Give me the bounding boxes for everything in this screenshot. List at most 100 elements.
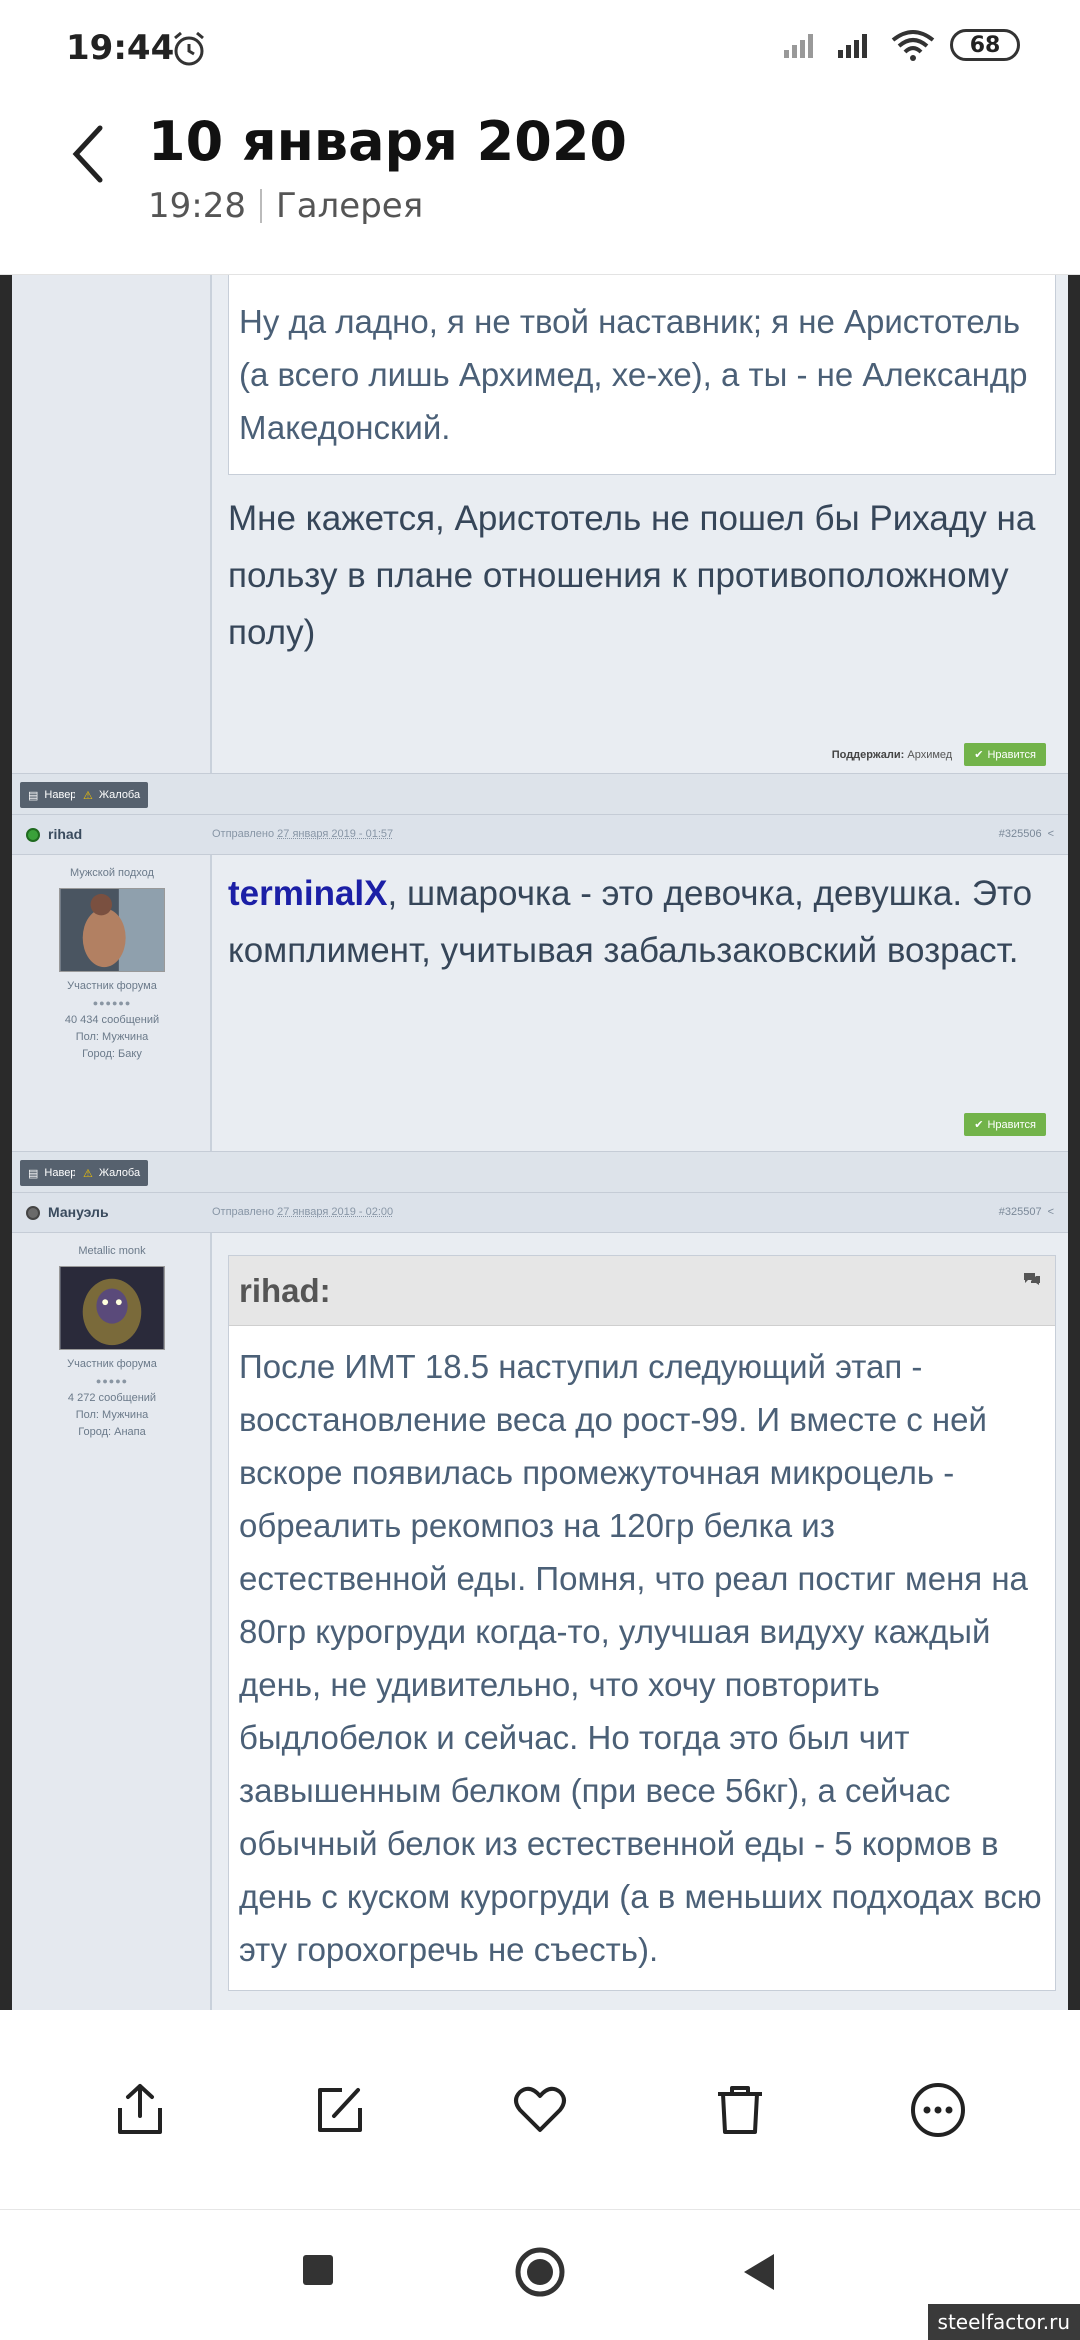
post2-user-info: Мужской подход Участник форума ●●●●●● 40… (12, 865, 212, 1063)
user-group: Участник форума (67, 1358, 157, 1370)
post2-sidebar: Мужской подход Участник форума ●●●●●● 40… (12, 855, 212, 1151)
alarm-icon (174, 31, 204, 66)
post3-header: Мануэль Отправлено 27 января 2019 - 02:0… (12, 1193, 1068, 1233)
forum-page: Ну да ладно, я не твой наставник; я не А… (12, 275, 1068, 2010)
wifi-icon (891, 30, 935, 61)
post1-quote-text: Ну да ладно, я не твой наставник; я не А… (239, 303, 1028, 446)
report-label: Жалоба (98, 789, 141, 801)
album-link[interactable]: Галерея (276, 186, 423, 226)
system-nav-bar: steelfactor.ru (0, 2210, 1080, 2340)
signal-icon-2 (838, 34, 867, 58)
post2-date-value[interactable]: 27 января 2019 - 01:57 (277, 828, 393, 840)
page-title: 10 января 2020 (148, 110, 627, 173)
report-button[interactable]: ⚠ Жалоба (75, 1160, 149, 1186)
comment-icon (1024, 1273, 1040, 1285)
back-nav-icon[interactable] (740, 2250, 780, 2294)
page-subtitle: 19:28 Галерея (148, 186, 423, 226)
post1-actions: ▤ Наверх ⚠ Жалоба (12, 773, 1068, 815)
sent-label: Отправлено (212, 828, 275, 840)
post3-number-value: #325507 (998, 1206, 1042, 1218)
like-label: Нравится (987, 748, 1036, 761)
battery-indicator: 68 (950, 29, 1020, 61)
rank-stars-icon: ●●●●● (95, 1376, 129, 1386)
post3-date-value[interactable]: 27 января 2019 - 02:00 (277, 1206, 393, 1218)
post1-text: Мне кажется, Аристотель не пошел бы Риха… (228, 499, 1036, 652)
user-group: Участник форума (67, 980, 157, 992)
back-arrow-icon[interactable] (60, 114, 120, 194)
city-label: Город: (78, 1426, 112, 1438)
warning-icon: ⚠ (83, 789, 93, 802)
check-icon: ✔ (974, 1119, 984, 1131)
post3-number[interactable]: #325507 < (999, 1206, 1054, 1218)
post2-text: terminalX, шмарочка - это девочка, девуш… (228, 865, 1058, 979)
share-icon: < (1047, 1206, 1054, 1218)
city-value: Баку (118, 1048, 142, 1060)
app-header: 10 января 2020 19:28 Галерея (0, 100, 1080, 275)
user-title: Metallic monk (78, 1245, 146, 1257)
like-button[interactable]: ✔ Нравится (964, 743, 1046, 766)
message-count: 40 434 сообщений (64, 1014, 160, 1026)
post2-number-value: #325506 (998, 828, 1042, 840)
gallery-actions (0, 2010, 1080, 2210)
liked-label: Поддержали: (831, 748, 905, 761)
report-label: Жалоба (98, 1167, 141, 1179)
mention-link[interactable]: terminalX (228, 874, 388, 913)
warning-icon: ⚠ (83, 1167, 93, 1180)
quote-author: rihad: (239, 1272, 331, 1309)
home-icon[interactable] (514, 2246, 566, 2298)
message-count: 4 272 сообщений (67, 1392, 157, 1404)
post3-body: rihad: После ИМТ 18.5 наступил следующий… (214, 1233, 1068, 2010)
heart-icon[interactable] (510, 2080, 570, 2140)
city-value: Анапа (114, 1426, 146, 1438)
share-icon[interactable] (110, 2080, 170, 2140)
status-time: 19:44 (66, 28, 175, 68)
report-button[interactable]: ⚠ Жалоба (75, 782, 149, 808)
photo-time: 19:28 (148, 186, 246, 226)
page-icon: ▤ (28, 1167, 39, 1180)
offline-status-icon (26, 1206, 40, 1220)
watermark: steelfactor.ru (927, 2304, 1080, 2340)
avatar[interactable] (59, 888, 165, 972)
post3-date: Отправлено 27 января 2019 - 02:00 (212, 1206, 393, 1218)
status-bar: 19:44 68 (0, 0, 1080, 100)
gender-label: Пол: (75, 1409, 99, 1421)
liked-by[interactable]: Архимед (907, 749, 952, 761)
post2-username[interactable]: rihad (48, 826, 82, 842)
share-icon: < (1047, 828, 1054, 840)
post1-sidebar (12, 275, 212, 773)
subtitle-divider (259, 189, 262, 223)
post3-quote-text: После ИМТ 18.5 наступил следующий этап -… (239, 1348, 1042, 1968)
rank-stars-icon: ●●●●●● (92, 998, 132, 1008)
page-icon: ▤ (28, 789, 39, 802)
post3-quote: rihad: После ИМТ 18.5 наступил следующий… (228, 1255, 1056, 1991)
gender-value: Мужчина (102, 1409, 149, 1421)
post2-likes: ✔ Нравится (964, 1113, 1046, 1136)
quote-header: rihad: (229, 1256, 1055, 1326)
post1-likes: Поддержали: Архимед ✔ Нравится (832, 743, 1046, 766)
post2-date: Отправлено 27 января 2019 - 01:57 (212, 828, 393, 840)
post2-number[interactable]: #325506 < (999, 828, 1054, 840)
recents-icon[interactable] (298, 2250, 338, 2290)
check-icon: ✔ (974, 749, 984, 761)
city-label: Город: (82, 1048, 115, 1060)
post3-sidebar: Metallic monk Участник форума ●●●●● 4 27… (12, 1233, 212, 2010)
more-icon[interactable] (908, 2080, 968, 2140)
forum-screenshot: Ну да ладно, я не твой наставник; я не А… (0, 275, 1080, 2010)
trash-icon[interactable] (710, 2080, 770, 2140)
post3-user-info: Metallic monk Участник форума ●●●●● 4 27… (12, 1243, 212, 1441)
gender-value: Мужчина (102, 1031, 149, 1043)
post2-header: rihad Отправлено 27 января 2019 - 01:57 … (12, 815, 1068, 855)
post3-username[interactable]: Мануэль (48, 1204, 109, 1220)
gender-label: Пол: (75, 1031, 99, 1043)
post1-body: Ну да ладно, я не твой наставник; я не А… (214, 275, 1068, 773)
signal-icon (784, 34, 813, 58)
user-title: Мужской подход (70, 867, 154, 879)
like-label: Нравится (987, 1118, 1036, 1131)
post1-quote: Ну да ладно, я не твой наставник; я не А… (228, 275, 1056, 475)
like-button[interactable]: ✔ Нравится (964, 1113, 1046, 1136)
avatar[interactable] (59, 1266, 165, 1350)
online-status-icon (26, 828, 40, 842)
post2-actions: ▤ Наверх ⚠ Жалоба (12, 1151, 1068, 1193)
sent-label: Отправлено (212, 1206, 275, 1218)
edit-icon[interactable] (310, 2080, 370, 2140)
